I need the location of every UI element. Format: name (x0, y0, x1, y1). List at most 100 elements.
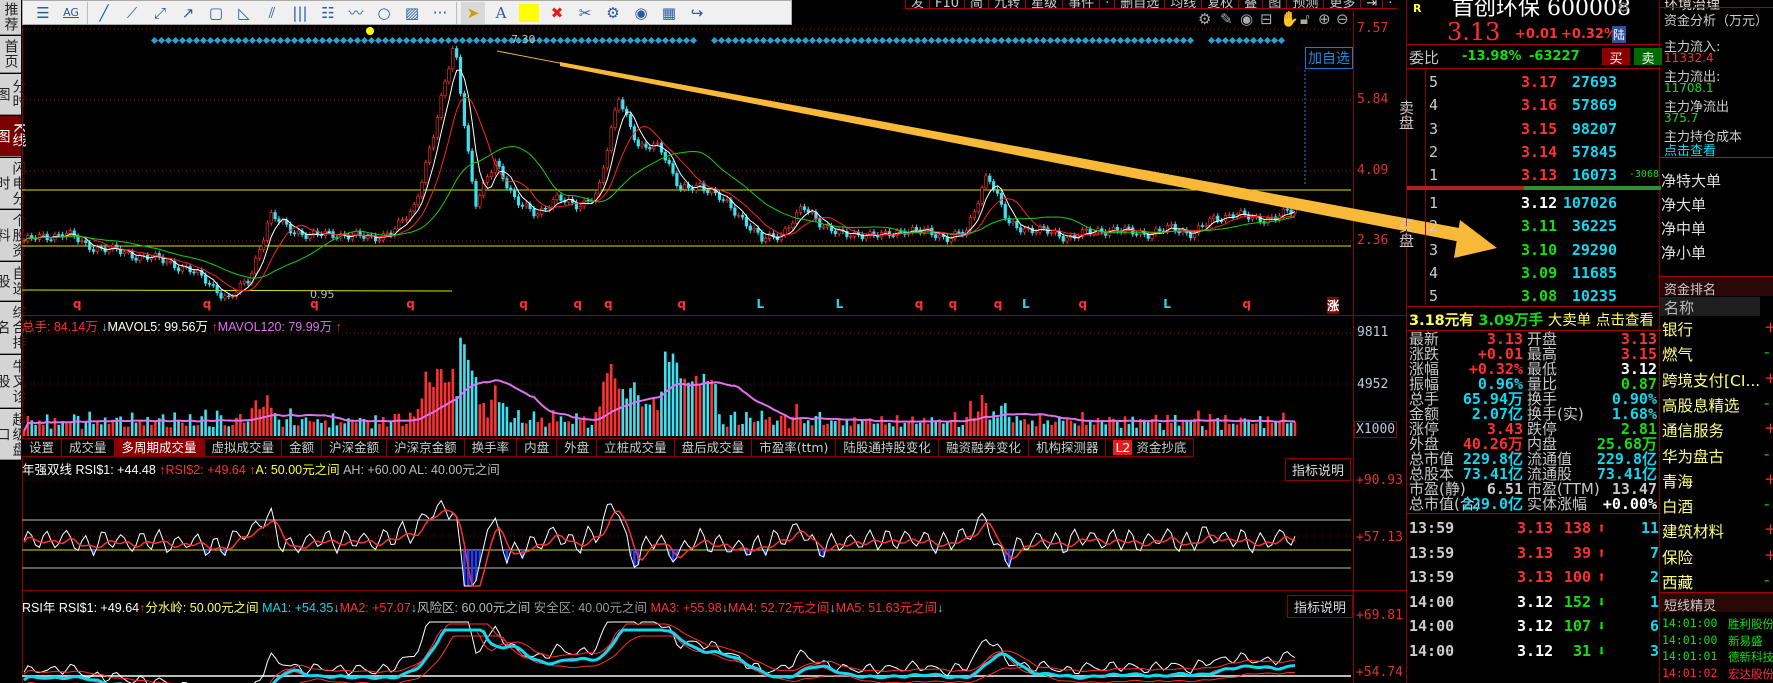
sidebar-item-1[interactable]: 首页 (0, 36, 21, 73)
sidebar-item-3[interactable]: K线图 (0, 116, 27, 157)
event-marker[interactable]: q (949, 297, 958, 311)
delete-icon[interactable]: ✖ (545, 2, 569, 24)
text-ag-icon[interactable]: AG (59, 2, 83, 24)
top-tab[interactable]: 九转 (988, 0, 1025, 8)
gann-icon[interactable]: ☷ (316, 2, 340, 24)
event-marker[interactable]: L (757, 297, 765, 311)
event-marker[interactable]: 涨 (1327, 297, 1340, 314)
event-marker[interactable]: L (836, 297, 844, 311)
indicator-tab[interactable]: 盘后成交量 (675, 439, 753, 456)
rank-item[interactable]: 白酒 (1662, 495, 1693, 517)
indicator-tab[interactable]: 市盈率(ttm) (752, 439, 837, 456)
bid-row[interactable]: 2 3.11 36225 (1407, 214, 1661, 237)
sidebar-item-2[interactable]: 分时图 (0, 74, 27, 115)
indicator-tab[interactable]: 机构探测器 (1029, 439, 1107, 456)
bid-row[interactable]: 5 3.08 10235 (1407, 284, 1661, 307)
indicator-tab[interactable]: 立桩成交量 (597, 439, 675, 456)
event-marker[interactable]: q (1079, 297, 1088, 311)
bid-row[interactable]: 3 3.10 29290 (1407, 238, 1661, 261)
sprite-stock[interactable]: 德新科技 (1728, 649, 1773, 665)
sprite-stock[interactable]: 宏达股份 (1728, 666, 1773, 682)
event-marker[interactable]: q (677, 297, 686, 311)
sidebar-item-9[interactable]: 超级盘口 (0, 409, 27, 460)
event-marker[interactable]: q (519, 297, 528, 311)
sidebar-item-7[interactable]: 综合排名 (0, 302, 27, 354)
event-marker[interactable]: q (73, 297, 82, 311)
gear-icon[interactable]: ⚙ (1617, 0, 1630, 16)
cursor-icon[interactable]: ➤ (461, 1, 485, 24)
text-icon[interactable]: A (489, 2, 513, 24)
top-tab[interactable]: 复权 (1201, 0, 1238, 8)
event-marker[interactable]: q (573, 297, 582, 311)
rectangle-icon[interactable]: ▢ (204, 2, 228, 24)
indicator-tab[interactable]: 沪深金额 (322, 439, 388, 456)
rank-col-header[interactable]: 名称 (1660, 297, 1760, 317)
top-tab[interactable]: 删自选 (1114, 0, 1164, 8)
sidebar-item-5[interactable]: 个股资料 (0, 210, 27, 261)
top-tab[interactable]: · (1099, 0, 1114, 8)
indicator-tab[interactable]: 换手率 (465, 439, 518, 456)
ask-row[interactable]: 1 3.13 16073 -3068 (1407, 163, 1661, 186)
indicator-tab[interactable]: 成交量 (62, 439, 115, 456)
indicator-explain-button[interactable]: 指标说明 (1285, 458, 1352, 481)
sidebar-item-6[interactable]: 自选股 (0, 262, 27, 301)
sprite-stock[interactable]: 胜利股份 (1728, 616, 1773, 632)
settings-sliders-icon[interactable]: ☰ (31, 2, 55, 24)
sidebar-item-0[interactable]: 推荐 (0, 0, 21, 35)
sell-button[interactable]: 卖 (1634, 48, 1662, 67)
top-tab[interactable]: 均线 (1164, 0, 1201, 8)
more-icon[interactable]: ··· (428, 2, 452, 24)
event-marker[interactable]: q (604, 297, 613, 311)
event-marker[interactable]: q (915, 297, 924, 311)
add-watchlist-button[interactable]: 加自选 (1305, 47, 1353, 69)
event-marker[interactable]: q (994, 297, 1003, 311)
ask-row[interactable]: 2 3.14 57845 (1407, 140, 1661, 163)
parallel-icon[interactable]: ⫽ (260, 2, 284, 24)
grid-icon[interactable]: ▦ (657, 2, 681, 24)
top-tab[interactable]: 更多 (1323, 0, 1360, 8)
top-tab[interactable]: · (1382, 0, 1397, 8)
line-icon[interactable]: ╱ (92, 2, 116, 24)
rank-item[interactable]: 建筑材料 (1662, 520, 1724, 542)
fan-icon[interactable]: ◺ (232, 2, 256, 24)
bid-row[interactable]: 1 3.12 107026 (1407, 191, 1661, 214)
segment-icon[interactable]: ⟋ (120, 2, 144, 24)
indicator-tab[interactable]: 多周期成交量 (114, 439, 205, 456)
indicator-tab[interactable]: 外盘 (557, 439, 598, 456)
ask-row[interactable]: 4 3.16 57869 (1407, 93, 1661, 116)
event-marker[interactable]: q (203, 297, 212, 311)
gear-icon[interactable]: ⚙ (601, 2, 625, 24)
top-tab[interactable]: 星级 (1025, 0, 1062, 8)
circle-icon[interactable]: ○ (372, 2, 396, 24)
ask-row[interactable]: 5 3.17 27693 (1407, 70, 1661, 93)
rank-item[interactable]: 通信服务 (1662, 419, 1724, 441)
indicator-tab[interactable]: 虚拟成交量 (205, 439, 283, 456)
share-icon[interactable]: ↪ (685, 2, 709, 24)
ray-icon[interactable]: ⤢ (148, 2, 172, 24)
rank-item[interactable]: 华为盘古 (1662, 445, 1724, 467)
top-tab[interactable]: 叠 (1238, 0, 1262, 8)
hide-icon[interactable]: ◉ (629, 2, 653, 24)
event-marker[interactable]: L (1163, 297, 1171, 311)
top-tab[interactable]: F10 (929, 0, 964, 8)
top-tab[interactable]: 事件 (1062, 0, 1099, 8)
buy-button[interactable]: 买 (1602, 48, 1630, 67)
indicator-tab[interactable]: 融资融券变化 (939, 439, 1029, 456)
event-marker[interactable]: q (406, 297, 415, 311)
rank-item[interactable]: 青海 (1662, 470, 1693, 492)
rank-item[interactable]: 西藏 (1662, 571, 1693, 593)
indicator-tab[interactable]: 设置 (22, 439, 63, 456)
color-swatch-icon[interactable] (517, 2, 541, 24)
rank-item[interactable]: 高股息精选 (1662, 394, 1740, 416)
indicator-tab[interactable]: L2 资金抄底 (1106, 439, 1195, 456)
sidebar-item-4[interactable]: 闪电分时 (0, 158, 27, 209)
rank-item[interactable]: 跨境支付[CI... (1662, 369, 1760, 391)
rank-item[interactable]: 银行 (1662, 318, 1693, 340)
sprite-stock[interactable]: 新易盛 (1728, 633, 1773, 649)
big-order-link[interactable]: 点击查看 (1596, 313, 1654, 329)
indicator-tab[interactable]: 内盘 (517, 439, 558, 456)
top-tab[interactable]: 预测 (1286, 0, 1323, 8)
top-tab[interactable]: ⇥ (1360, 0, 1382, 8)
event-marker[interactable]: q (310, 297, 319, 311)
wave-icon[interactable]: 〰 (344, 2, 368, 24)
